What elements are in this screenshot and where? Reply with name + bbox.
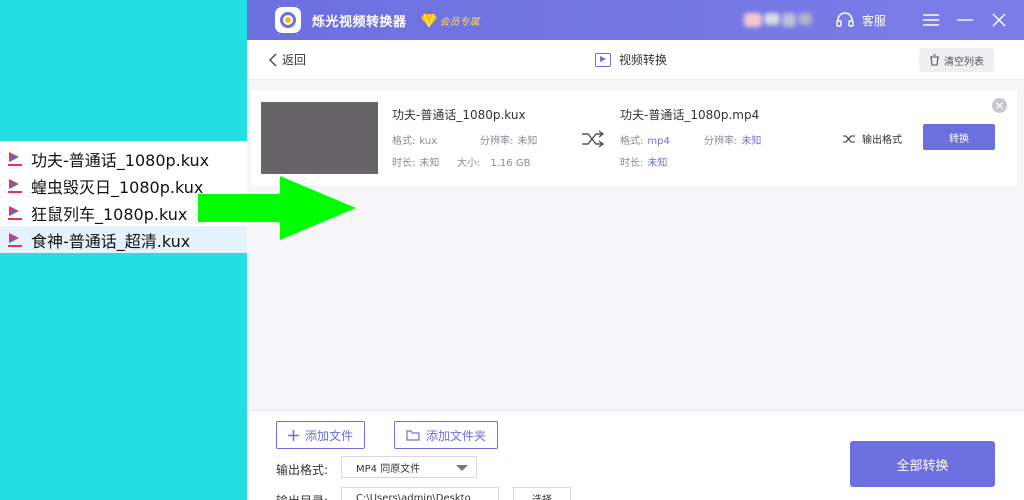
trash-icon bbox=[930, 54, 939, 66]
convert-button[interactable]: 转换 bbox=[923, 124, 995, 150]
output-dir-field-label: 输出目录: bbox=[276, 492, 328, 500]
kux-file-icon bbox=[6, 204, 24, 222]
source-resolution: 分辨率: 未知 bbox=[480, 136, 538, 147]
diamond-icon bbox=[420, 13, 437, 27]
shuffle-icon bbox=[843, 134, 855, 143]
source-file-name: 功夫-普通话_1080p.kux bbox=[392, 108, 526, 122]
conversion-task-card: 功夫-普通话_1080p.kux 格式: kux 分辨率: 未知 时长: 未知 大小:… bbox=[251, 90, 1017, 186]
converter-window: 烁光视频转换器 会员专属 客服 返回 视频转换 清空列表 功夫-普通话_1080… bbox=[247, 0, 1024, 500]
clear-list-button[interactable]: 清空列表 bbox=[919, 48, 994, 72]
output-format-label: 输出格式 bbox=[862, 135, 902, 146]
target-file-name: 功夫-普通话_1080p.mp4 bbox=[620, 108, 760, 122]
file-name: 狂鼠列车_1080p.kux bbox=[31, 204, 188, 224]
toolbar: 返回 视频转换 清空列表 bbox=[247, 40, 1024, 80]
vip-label: 会员专属 bbox=[439, 16, 480, 28]
kux-file-icon bbox=[6, 177, 24, 195]
task-list: 功夫-普通话_1080p.kux 格式: kux 分辨率: 未知 时长: 未知 大小:… bbox=[247, 80, 1024, 410]
vip-badge[interactable]: 会员专属 bbox=[420, 13, 480, 28]
app-logo-icon bbox=[275, 7, 301, 33]
add-folder-label: 添加文件夹 bbox=[426, 428, 487, 443]
back-button[interactable]: 返回 bbox=[269, 51, 306, 68]
clear-list-label: 清空列表 bbox=[944, 56, 984, 68]
remove-task-button[interactable] bbox=[992, 98, 1007, 113]
minimize-button[interactable] bbox=[954, 9, 976, 31]
chevron-left-icon bbox=[269, 53, 277, 66]
hamburger-icon bbox=[923, 14, 939, 26]
headset-icon bbox=[836, 12, 854, 27]
output-format-select[interactable]: MP4 同原文件 bbox=[341, 456, 477, 478]
list-item[interactable]: 功夫-普通话_1080p.kux bbox=[0, 145, 247, 172]
title-bar: 烁光视频转换器 会员专属 客服 bbox=[247, 0, 1024, 40]
source-format: 格式: kux bbox=[392, 136, 438, 147]
output-format-value: MP4 同原文件 bbox=[356, 463, 421, 475]
user-avatar[interactable] bbox=[743, 11, 814, 29]
page-title: 视频转换 bbox=[595, 51, 667, 68]
service-label: 客服 bbox=[861, 13, 886, 28]
output-format-field-label: 输出格式: bbox=[276, 463, 329, 477]
video-thumbnail bbox=[261, 102, 378, 174]
output-dir-input[interactable]: C:\Users\admin\Deskto bbox=[341, 487, 499, 500]
file-name: 功夫-普通话_1080p.kux bbox=[31, 150, 210, 170]
source-duration: 时长: 未知 bbox=[392, 158, 440, 169]
plus-icon bbox=[288, 429, 299, 441]
folder-icon bbox=[406, 429, 420, 441]
add-file-button[interactable]: 添加文件 bbox=[276, 421, 366, 449]
video-play-icon bbox=[595, 52, 611, 67]
file-name: 蝗虫毁灭日_1080p.kux bbox=[31, 177, 204, 197]
back-label: 返回 bbox=[282, 53, 307, 67]
source-size: 大小: 1.16 GB bbox=[457, 158, 531, 169]
convert-all-button[interactable]: 全部转换 bbox=[850, 441, 995, 487]
bottom-panel: 添加文件 添加文件夹 输出格式: MP4 同原文件 输出目录: C:\Users… bbox=[247, 410, 1024, 500]
chevron-down-icon bbox=[456, 465, 468, 471]
menu-button[interactable] bbox=[920, 9, 942, 31]
minimize-icon bbox=[957, 19, 973, 21]
target-resolution: 分辨率: 未知 bbox=[704, 136, 762, 147]
target-format: 格式: mp4 bbox=[620, 136, 670, 147]
file-name: 食神-普通话_超清.kux bbox=[31, 231, 191, 251]
kux-file-icon bbox=[6, 231, 24, 249]
kux-file-icon bbox=[6, 150, 24, 168]
add-folder-button[interactable]: 添加文件夹 bbox=[394, 421, 499, 449]
app-title: 烁光视频转换器 bbox=[312, 14, 407, 30]
page-title-text: 视频转换 bbox=[619, 53, 668, 67]
customer-service-button[interactable]: 客服 bbox=[836, 12, 886, 29]
close-icon bbox=[992, 13, 1006, 27]
shuffle-icon bbox=[582, 130, 605, 148]
right-arrow-icon bbox=[198, 176, 356, 240]
close-icon bbox=[996, 102, 1003, 109]
close-window-button[interactable] bbox=[988, 9, 1010, 31]
add-file-label: 添加文件 bbox=[305, 428, 354, 443]
output-format-button[interactable]: 输出格式 bbox=[843, 131, 902, 146]
choose-dir-button[interactable]: 选择 bbox=[513, 487, 571, 500]
target-duration: 时长: 未知 bbox=[620, 158, 668, 169]
